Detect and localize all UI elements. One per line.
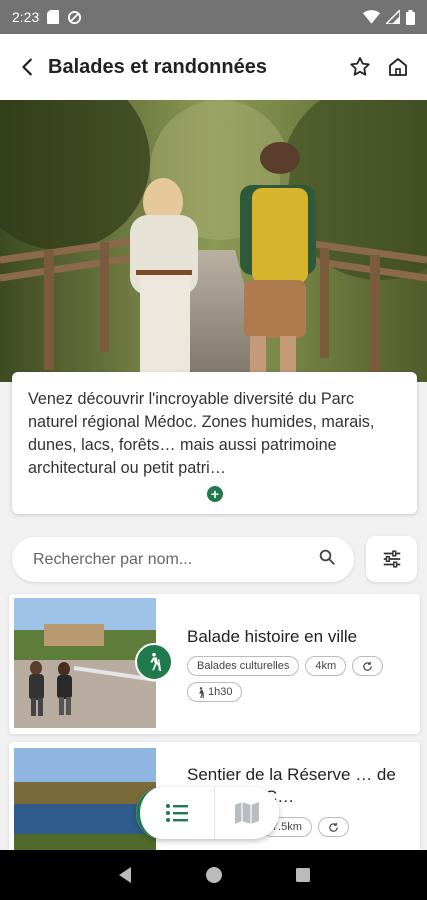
signal-icon <box>386 10 400 24</box>
map-icon <box>235 802 259 824</box>
loop-icon <box>363 661 372 671</box>
system-nav-bar <box>0 850 427 900</box>
filter-button[interactable] <box>366 536 417 582</box>
status-time: 2:23 <box>12 9 40 25</box>
chip-route <box>352 656 384 676</box>
favorite-button[interactable] <box>341 47 379 87</box>
square-recents-icon <box>295 868 310 882</box>
chip-route <box>317 817 349 837</box>
wifi-icon <box>363 10 380 24</box>
triangle-back-icon <box>118 867 131 883</box>
home-icon <box>389 58 407 76</box>
practice-badge <box>135 643 173 681</box>
hiker-small-icon <box>199 686 204 698</box>
back-button[interactable] <box>10 47 46 87</box>
list-icon <box>166 804 188 822</box>
system-back-button[interactable] <box>105 855 145 895</box>
loop-icon <box>329 822 338 832</box>
expand-description-button[interactable]: + <box>207 486 223 502</box>
circle-home-icon <box>205 867 222 883</box>
trek-title: Balade histoire en ville <box>187 627 358 646</box>
chip-practice: Balades culturelles <box>187 656 300 676</box>
star-outline-icon <box>350 57 370 76</box>
trek-card[interactable]: Balade histoire en ville Balades culture… <box>9 594 420 734</box>
chip-length: 4km <box>305 656 347 676</box>
status-bar: 2:23 <box>0 0 427 34</box>
description-text: Venez découvrir l'incroyable diversité d… <box>28 390 375 477</box>
system-recents-button[interactable] <box>283 855 323 895</box>
data-saver-icon <box>67 10 82 25</box>
page-title: Balades et randonnées <box>48 55 267 78</box>
description-card: Venez découvrir l'incroyable diversité d… <box>12 372 417 514</box>
sd-card-icon <box>47 10 60 24</box>
view-toggle <box>136 787 279 839</box>
app-bar: Balades et randonnées <box>0 34 427 100</box>
list-view-button[interactable] <box>136 787 214 839</box>
home-button[interactable] <box>379 47 417 87</box>
arrow-left-icon <box>22 58 32 76</box>
trek-thumbnail <box>14 748 156 862</box>
trek-chips: Balades culturelles 4km 1h30 <box>187 656 412 702</box>
sliders-icon <box>383 550 400 568</box>
system-home-button[interactable] <box>194 855 234 895</box>
map-view-button[interactable] <box>214 787 279 839</box>
search-bar <box>12 537 354 582</box>
search-icon[interactable] <box>318 548 336 571</box>
chip-duration: 1h30 <box>187 682 243 702</box>
battery-icon <box>406 9 415 25</box>
hero-image <box>0 100 427 382</box>
chip-duration-label: 1h30 <box>208 686 233 698</box>
search-input[interactable] <box>33 550 318 569</box>
plus-icon: + <box>210 486 220 502</box>
hiker-icon <box>150 652 162 672</box>
